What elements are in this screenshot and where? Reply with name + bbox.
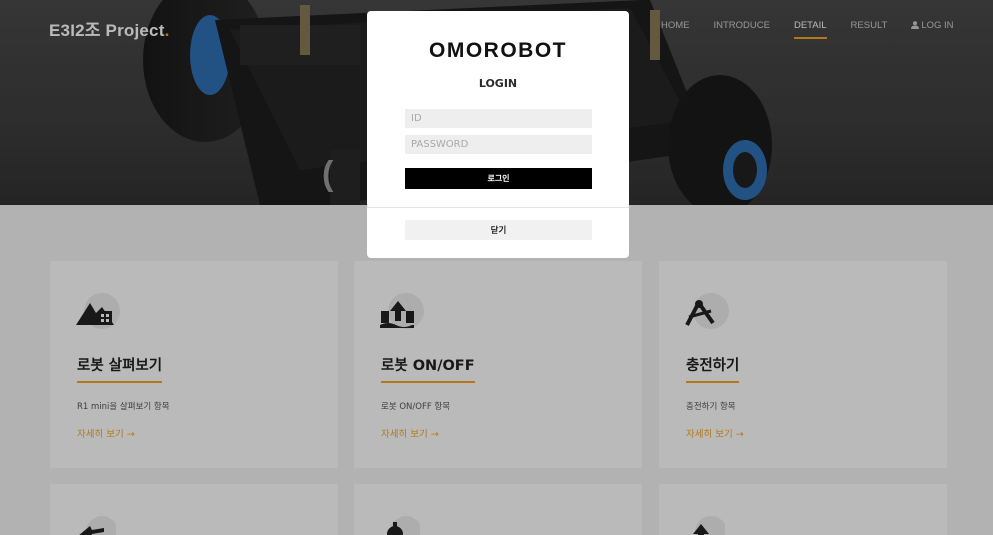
omorobot-logo: OMOROBOT [429,39,567,62]
close-button[interactable]: 닫기 [405,220,592,240]
login-modal: OMOROBOT LOGIN 로그인 닫기 [367,11,629,258]
password-input[interactable] [405,135,592,154]
id-input[interactable] [405,109,592,128]
modal-title: LOGIN [478,77,518,90]
login-button[interactable]: 로그인 [405,168,592,189]
modal-divider [367,207,629,208]
